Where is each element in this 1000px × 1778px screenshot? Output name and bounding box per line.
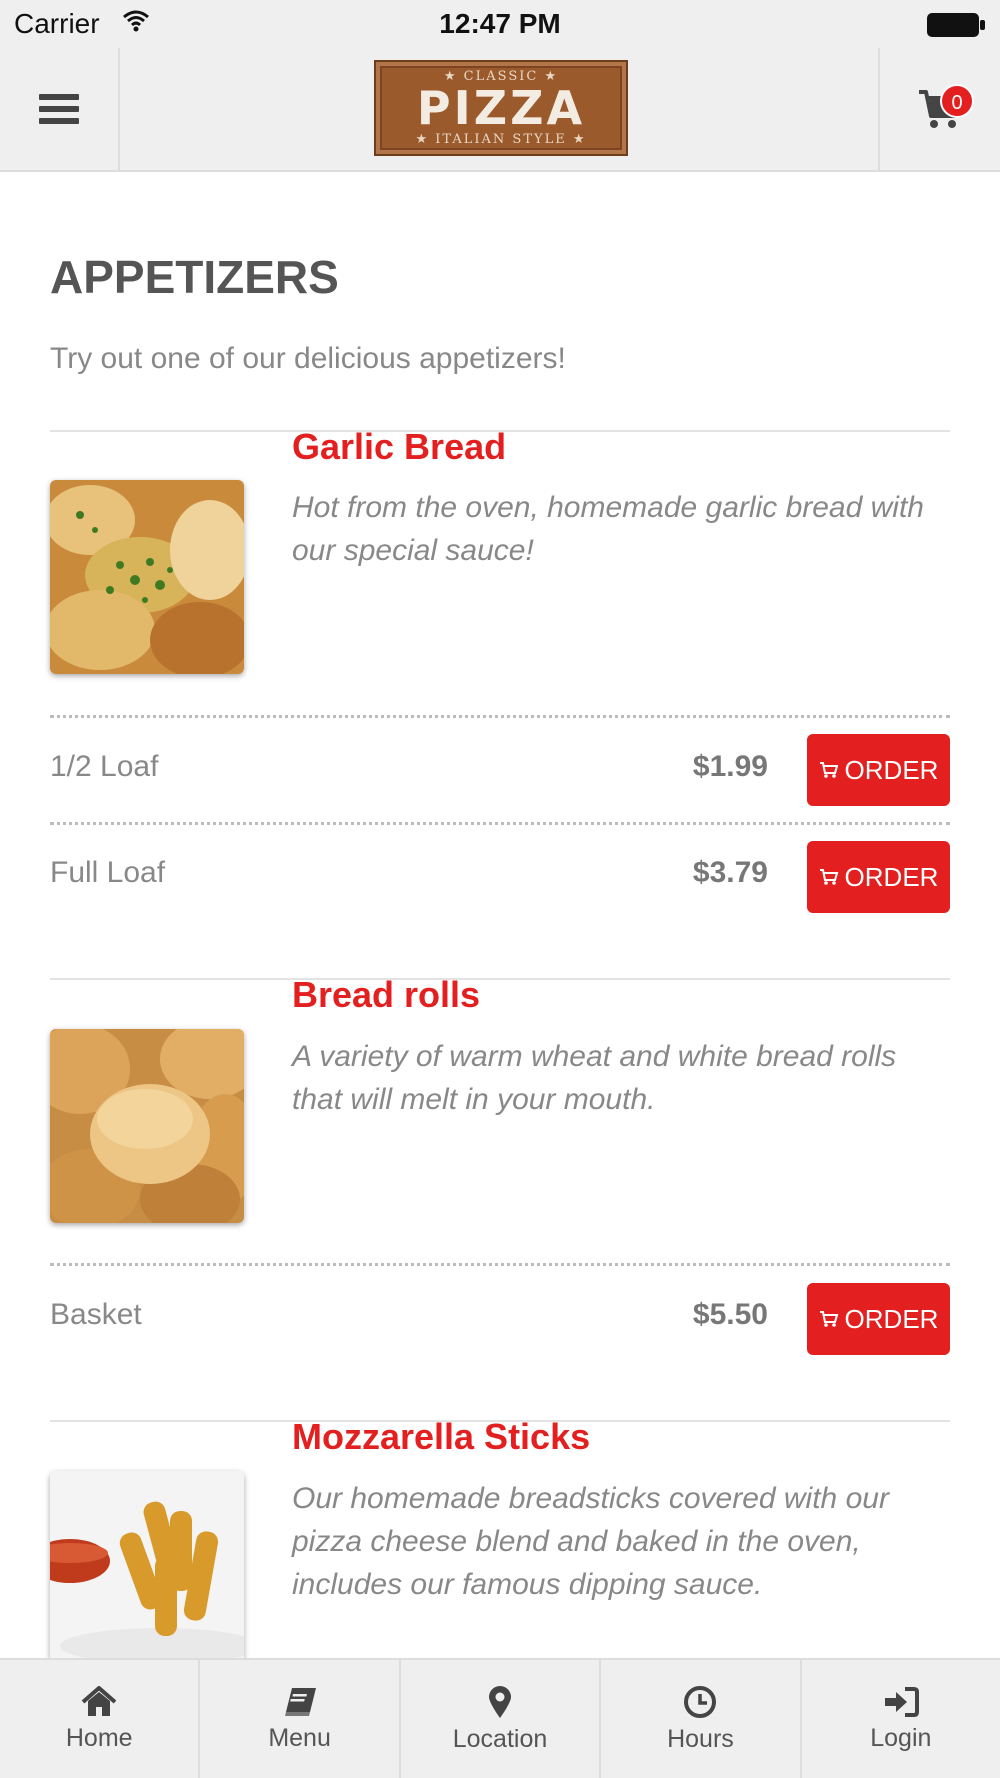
garlic-bread-image[interactable] [50,480,244,674]
map-pin-icon [489,1685,512,1718]
tab-label: Location [452,1724,548,1753]
logo-bottom-text: ★ ITALIAN STYLE ★ [415,132,587,147]
book-icon [284,1687,316,1716]
tab-hours[interactable]: Hours [601,1660,802,1778]
tab-menu[interactable]: Menu [200,1660,401,1778]
bottom-tab-bar: Home Menu Location Hours Login [0,1658,1000,1778]
dotted-divider [50,822,950,825]
cart-count-badge: 0 [940,84,974,118]
dotted-divider [50,715,950,718]
tab-login[interactable]: Login [802,1660,1000,1778]
cart-icon [819,869,838,885]
cart-icon [819,1311,838,1327]
login-icon [884,1686,919,1717]
item-description: Hot from the oven, homemade garlic bread… [292,491,924,567]
hamburger-icon [39,94,79,124]
bread-rolls-image[interactable] [50,1029,244,1223]
option-price: $1.99 [692,750,768,783]
page-subtitle: Try out one of our delicious appetizers! [50,342,566,375]
item-name[interactable]: Bread rolls [292,974,480,1016]
tab-location[interactable]: Location [401,1660,602,1778]
tab-home[interactable]: Home [0,1660,201,1778]
hamburger-menu-button[interactable] [0,48,120,170]
order-button[interactable]: ORDER [807,841,950,913]
order-button-label: ORDER [844,1303,939,1334]
tab-label: Home [65,1723,133,1752]
order-button[interactable]: ORDER [807,1283,950,1355]
order-button-label: ORDER [844,861,939,892]
divider [50,978,950,980]
home-icon [81,1685,117,1716]
item-description: A variety of warm wheat and white bread … [292,1040,897,1116]
order-button-label: ORDER [844,754,939,785]
app-header: ★ CLASSIC ★ PIZZA ★ ITALIAN STYLE ★ 0 [0,48,1000,172]
clock-icon [684,1685,717,1718]
logo-main-text: PIZZA [416,81,586,135]
item-description: Our homemade breadsticks covered with ou… [292,1482,889,1601]
order-button[interactable]: ORDER [807,734,950,806]
option-price: $3.79 [692,856,768,889]
cart-button[interactable]: 0 [878,48,1000,170]
option-price: $5.50 [692,1298,768,1331]
tab-label: Login [870,1723,932,1752]
status-bar: Carrier 12:47 PM [0,0,1000,48]
tab-label: Menu [268,1723,331,1752]
clock-time: 12:47 PM [439,8,561,39]
option-size: Full Loaf [50,856,166,889]
item-name[interactable]: Garlic Bread [292,426,506,468]
option-size: Basket [50,1298,142,1331]
pizza-logo[interactable]: ★ CLASSIC ★ PIZZA ★ ITALIAN STYLE ★ [374,60,628,156]
battery-icon [927,13,985,37]
option-size: 1/2 Loaf [50,750,159,783]
page-title: APPETIZERS [50,251,339,303]
cart-icon [819,762,838,778]
menu-content[interactable]: APPETIZERS Try out one of our delicious … [0,174,1000,1658]
dotted-divider [50,1263,950,1266]
mozzarella-sticks-image[interactable] [50,1471,244,1658]
item-name[interactable]: Mozzarella Sticks [292,1416,590,1458]
tab-label: Hours [667,1724,734,1753]
